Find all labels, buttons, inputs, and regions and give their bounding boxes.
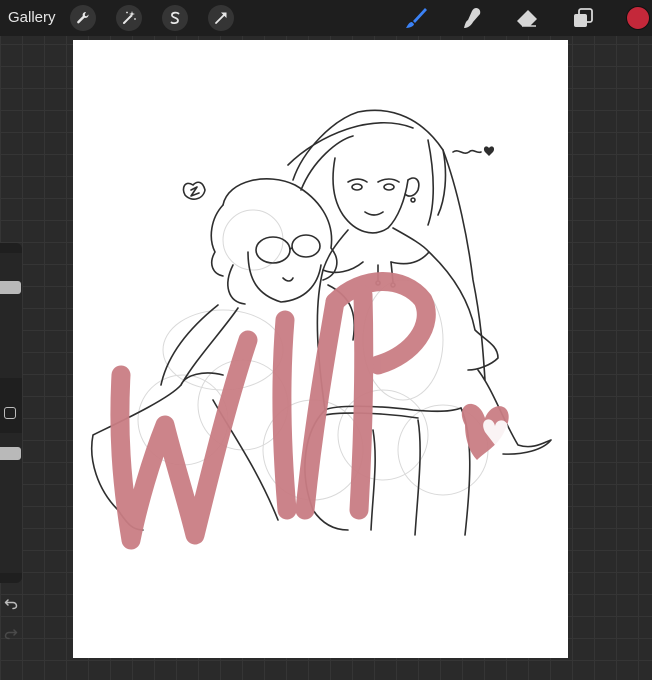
brush-size-slider[interactable] bbox=[0, 253, 22, 378]
heart-doodle bbox=[483, 146, 495, 156]
magic-wand-icon bbox=[123, 11, 136, 24]
brush-icon bbox=[406, 8, 427, 28]
left-sidebar bbox=[0, 243, 22, 583]
selection-button[interactable] bbox=[162, 5, 188, 31]
opacity-handle[interactable] bbox=[0, 447, 21, 460]
gallery-button[interactable]: Gallery bbox=[8, 9, 56, 26]
transform-button[interactable] bbox=[208, 5, 234, 31]
smudge-icon bbox=[464, 8, 481, 28]
opacity-slider[interactable] bbox=[0, 433, 22, 573]
undo-button[interactable] bbox=[2, 594, 20, 612]
selection-icon bbox=[170, 11, 180, 24]
actions-button[interactable] bbox=[70, 5, 96, 31]
brush-size-handle[interactable] bbox=[0, 281, 21, 294]
adjustments-button[interactable] bbox=[116, 5, 142, 31]
eyedropper-button[interactable] bbox=[4, 407, 16, 419]
wrench-icon bbox=[77, 11, 89, 24]
layers-button[interactable] bbox=[569, 4, 597, 32]
transform-icon bbox=[215, 12, 227, 24]
eraser-icon bbox=[517, 10, 537, 27]
brush-tool-button[interactable] bbox=[402, 4, 430, 32]
smudge-tool-button[interactable] bbox=[458, 4, 486, 32]
color-picker-swatch[interactable] bbox=[627, 7, 649, 29]
drawing-canvas[interactable] bbox=[73, 40, 568, 658]
redo-button[interactable] bbox=[2, 624, 20, 642]
redo-icon bbox=[4, 629, 18, 640]
undo-icon bbox=[4, 599, 18, 610]
top-toolbar: Gallery bbox=[0, 0, 652, 36]
layers-icon bbox=[574, 8, 593, 27]
eraser-tool-button[interactable] bbox=[513, 4, 541, 32]
sketch-artwork bbox=[90, 109, 552, 550]
